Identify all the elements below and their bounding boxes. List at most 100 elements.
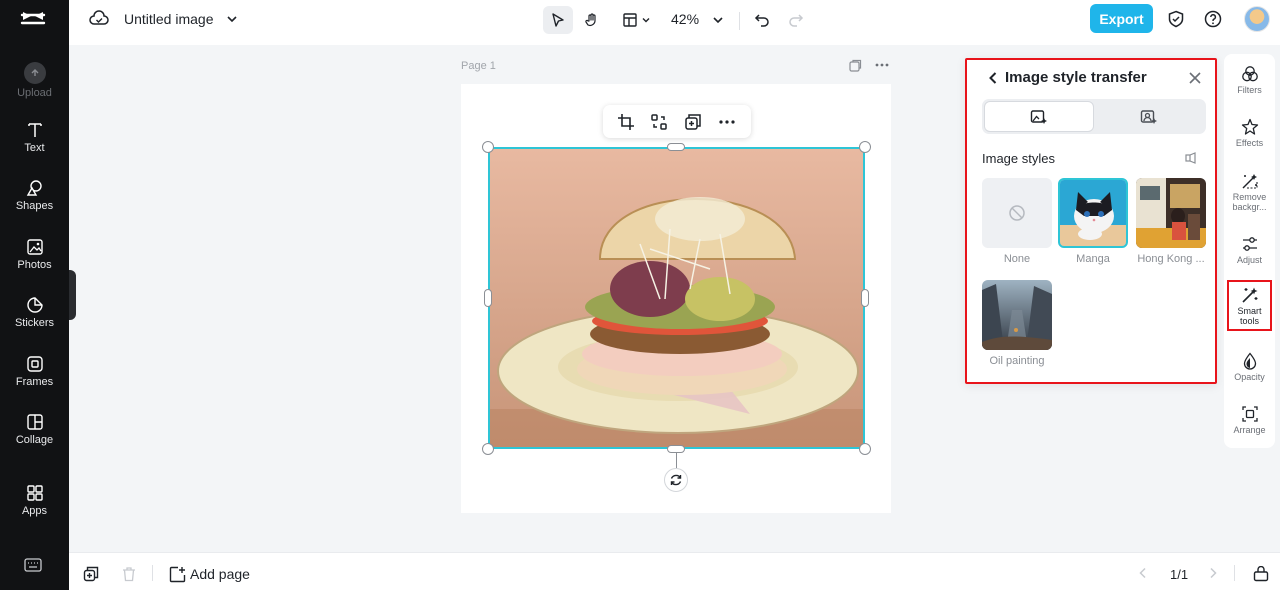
sidebar-item-upload[interactable]: Upload bbox=[0, 62, 69, 99]
document-title[interactable]: Untitled image bbox=[124, 11, 214, 27]
style-option-hong-kong[interactable]: Hong Kong ... bbox=[1136, 178, 1206, 265]
divider bbox=[152, 565, 153, 581]
style-option-manga[interactable]: Manga bbox=[1058, 178, 1128, 265]
rail-item-arrange[interactable]: Arrange bbox=[1224, 405, 1275, 436]
chevron-down-icon bbox=[642, 18, 649, 23]
duplicate-page-icon[interactable] bbox=[849, 59, 862, 72]
layout-icon bbox=[622, 13, 637, 27]
rail-item-filters[interactable]: Filters bbox=[1224, 65, 1275, 96]
resize-handle-top-left[interactable] bbox=[482, 141, 494, 153]
adjust-icon bbox=[1242, 237, 1257, 251]
hand-tool-button[interactable] bbox=[577, 6, 607, 34]
compare-icon[interactable] bbox=[1185, 152, 1197, 164]
tab-image-style[interactable] bbox=[984, 101, 1094, 132]
sidebar-item-shapes[interactable]: Shapes bbox=[0, 179, 69, 212]
undo-button[interactable] bbox=[747, 6, 777, 34]
filters-icon bbox=[1241, 66, 1258, 82]
style-thumbnail bbox=[1058, 178, 1128, 248]
rail-item-label: Remove backgr... bbox=[1232, 192, 1267, 212]
rotate-icon bbox=[670, 474, 682, 486]
zoom-chevron-down-icon[interactable] bbox=[712, 14, 724, 26]
layers-panel-icon[interactable] bbox=[1253, 566, 1269, 582]
rail-item-label: Effects bbox=[1235, 138, 1264, 148]
sidebar-item-frames[interactable]: Frames bbox=[0, 355, 69, 388]
style-name: None bbox=[1003, 253, 1031, 265]
mode-segmented-control bbox=[982, 99, 1206, 134]
sidebar-item-collage[interactable]: Collage bbox=[0, 413, 69, 446]
divider bbox=[739, 12, 740, 30]
sidebar-item-label: Upload bbox=[17, 87, 52, 99]
bottom-bar: Add page 1/1 bbox=[69, 552, 1280, 590]
rail-item-label: Smart tools bbox=[1237, 306, 1262, 326]
redo-icon bbox=[789, 14, 804, 27]
image-style-transfer-panel: Image style transfer Image styles None M… bbox=[965, 58, 1217, 384]
tab-portrait-style[interactable] bbox=[1094, 101, 1204, 132]
upload-icon bbox=[23, 62, 46, 84]
crop-icon[interactable] bbox=[617, 113, 635, 131]
keyboard-icon[interactable] bbox=[24, 558, 42, 572]
rotate-button[interactable] bbox=[664, 468, 688, 492]
resize-handle-bottom[interactable] bbox=[667, 445, 685, 453]
previous-page-icon[interactable] bbox=[1137, 567, 1149, 579]
shield-icon[interactable] bbox=[1167, 10, 1185, 28]
resize-handle-right[interactable] bbox=[861, 289, 869, 307]
chevron-down-icon[interactable] bbox=[226, 13, 238, 25]
rail-item-smart-tools[interactable]: Smart tools bbox=[1227, 280, 1272, 331]
rail-item-label: Opacity bbox=[1234, 372, 1265, 382]
duplicate-icon[interactable] bbox=[684, 113, 702, 131]
resize-handle-top-right[interactable] bbox=[859, 141, 871, 153]
back-chevron-icon[interactable] bbox=[987, 71, 999, 85]
sidebar-item-label: Stickers bbox=[14, 317, 55, 329]
style-option-oil-painting[interactable]: Oil painting bbox=[982, 280, 1052, 367]
divider bbox=[1234, 565, 1235, 581]
sidebar-item-text[interactable]: Text bbox=[0, 121, 69, 154]
page-title: Page 1 bbox=[461, 60, 496, 72]
sidebar-item-label: Frames bbox=[15, 376, 54, 388]
export-button[interactable]: Export bbox=[1090, 4, 1153, 33]
next-page-icon[interactable] bbox=[1207, 567, 1219, 579]
left-sidebar: Upload Text Shapes Photos Stickers Frame… bbox=[0, 0, 69, 590]
capcut-logo[interactable] bbox=[19, 7, 47, 31]
rail-item-adjust[interactable]: Adjust bbox=[1224, 235, 1275, 266]
rail-item-label: Adjust bbox=[1236, 255, 1262, 265]
avatar[interactable] bbox=[1244, 6, 1270, 32]
sidebar-item-apps[interactable]: Apps bbox=[0, 484, 69, 517]
style-name: Manga bbox=[1076, 253, 1110, 265]
cloud-save-icon[interactable] bbox=[89, 10, 109, 28]
image-floating-toolbar bbox=[603, 105, 751, 138]
help-icon[interactable] bbox=[1204, 10, 1222, 28]
sidebar-collapse-handle[interactable] bbox=[69, 270, 76, 320]
style-thumbnail bbox=[1136, 178, 1206, 248]
style-option-none[interactable]: None bbox=[982, 178, 1052, 265]
text-icon bbox=[27, 123, 42, 137]
select-tool-button[interactable] bbox=[543, 6, 573, 34]
rail-item-opacity[interactable]: Opacity bbox=[1224, 352, 1275, 383]
more-icon[interactable] bbox=[718, 113, 736, 131]
more-options-icon[interactable] bbox=[875, 63, 889, 67]
delete-icon[interactable] bbox=[121, 566, 137, 582]
rail-item-effects[interactable]: Effects bbox=[1224, 118, 1275, 149]
add-page-button[interactable]: Add page bbox=[190, 566, 250, 582]
replace-image-icon[interactable] bbox=[650, 113, 668, 131]
rotate-connector bbox=[676, 453, 677, 468]
right-tool-rail: Filters Effects Remove backgr... Adjust … bbox=[1224, 54, 1275, 448]
sidebar-item-stickers[interactable]: Stickers bbox=[0, 296, 69, 329]
apps-icon bbox=[26, 485, 43, 501]
add-page-icon[interactable] bbox=[169, 566, 186, 583]
duplicate-page-icon[interactable] bbox=[83, 566, 99, 582]
redo-button[interactable] bbox=[781, 6, 811, 34]
frames-icon bbox=[26, 356, 43, 372]
close-icon[interactable] bbox=[1188, 71, 1202, 85]
sidebar-item-label: Collage bbox=[15, 434, 54, 446]
rail-item-remove-background[interactable]: Remove backgr... bbox=[1224, 172, 1275, 212]
section-title: Image styles bbox=[982, 151, 1055, 166]
sidebar-item-photos[interactable]: Photos bbox=[0, 238, 69, 271]
layout-menu-button[interactable] bbox=[617, 6, 655, 34]
burger-image[interactable] bbox=[488, 147, 865, 449]
resize-handle-bottom-left[interactable] bbox=[482, 443, 494, 455]
collage-icon bbox=[26, 414, 43, 430]
resize-handle-left[interactable] bbox=[484, 289, 492, 307]
resize-handle-bottom-right[interactable] bbox=[859, 443, 871, 455]
resize-handle-top[interactable] bbox=[667, 143, 685, 151]
zoom-level[interactable]: 42% bbox=[671, 11, 699, 27]
